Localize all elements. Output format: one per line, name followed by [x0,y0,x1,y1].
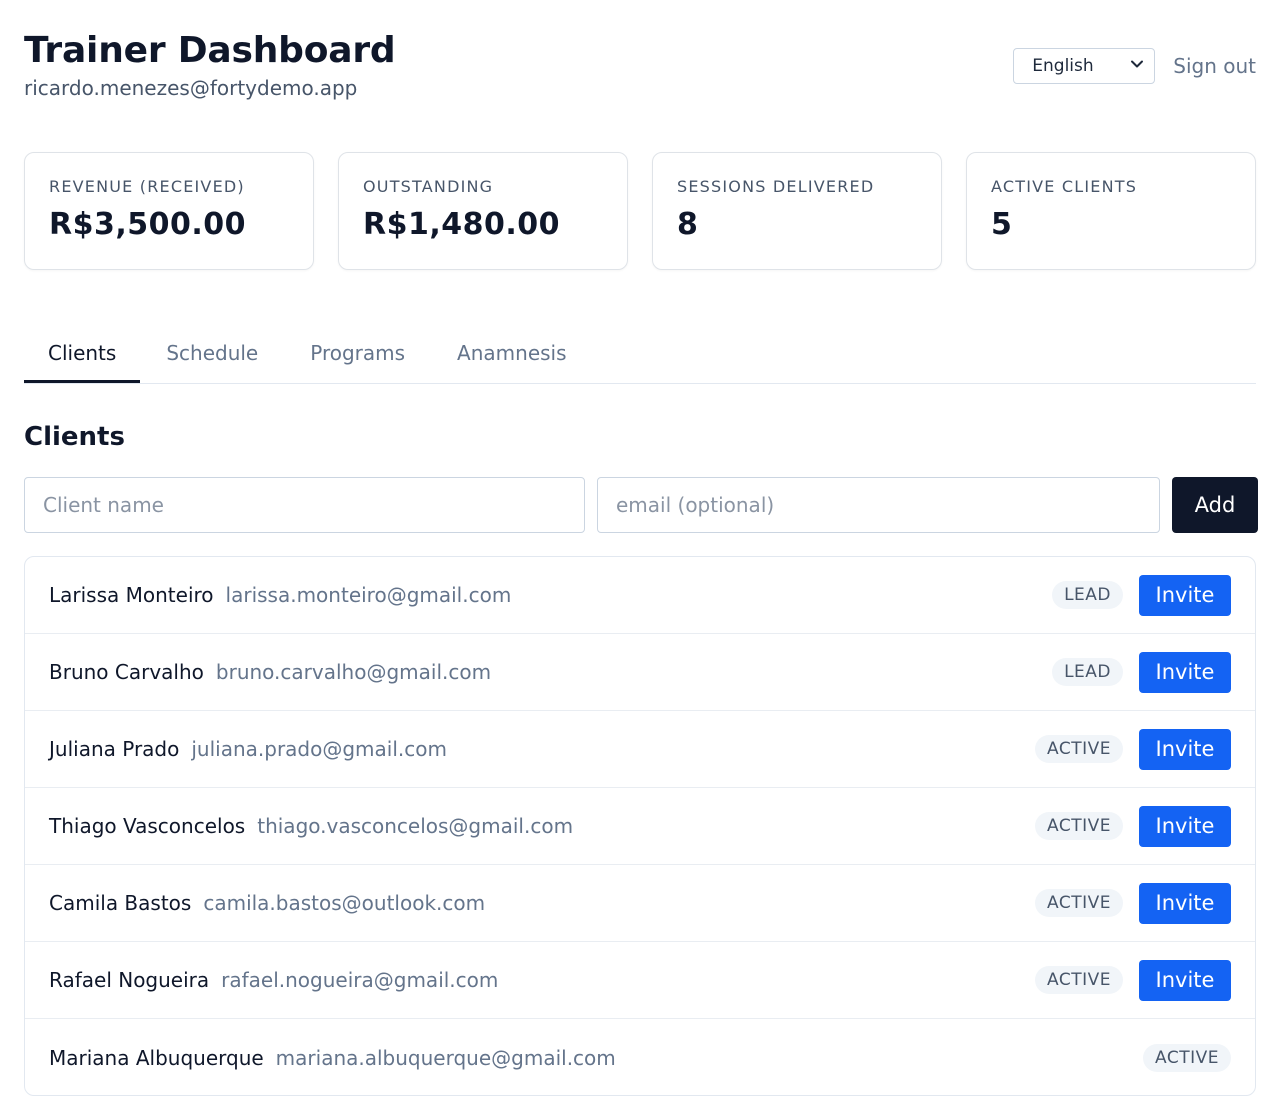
status-badge: ACTIVE [1035,812,1123,840]
list-item: Juliana Prado juliana.prado@gmail.com AC… [25,711,1255,788]
language-select-value: English [1032,56,1094,76]
stat-card-revenue: REVENUE (RECEIVED) R$3,500.00 [24,152,314,270]
list-item: Camila Bastos camila.bastos@outlook.com … [25,865,1255,942]
client-name: Juliana Prado [49,737,180,761]
tab-clients[interactable]: Clients [24,326,141,383]
stat-label: REVENUE (RECEIVED) [49,177,245,196]
invite-button[interactable]: Invite [1139,882,1231,924]
chevron-down-icon [1130,56,1144,76]
stat-label: OUTSTANDING [363,177,494,196]
client-name: Bruno Carvalho [49,660,204,684]
status-badge: LEAD [1052,658,1123,686]
tab-bar: Clients Schedule Programs Anamnesis [24,326,1256,384]
add-client-button[interactable]: Add [1172,477,1258,533]
invite-button[interactable]: Invite [1139,574,1231,616]
tab-programs[interactable]: Programs [284,326,431,381]
status-badge: ACTIVE [1035,966,1123,994]
client-email: juliana.prado@gmail.com [191,737,447,761]
invite-button[interactable]: Invite [1139,959,1231,1001]
page-title: Trainer Dashboard [24,30,396,71]
section-title: Clients [24,422,125,452]
client-name: Mariana Albuquerque [49,1045,264,1070]
client-name: Larissa Monteiro [49,583,214,607]
stat-value: 8 [677,207,699,242]
client-name: Thiago Vasconcelos [49,814,246,838]
client-email: bruno.carvalho@gmail.com [215,660,492,684]
clients-list: Larissa Monteiro larissa.monteiro@gmail.… [24,556,1256,1096]
invite-button[interactable]: Invite [1139,728,1231,770]
client-email: camila.bastos@outlook.com [203,891,486,915]
stat-value: R$1,480.00 [363,207,561,242]
client-email-input[interactable] [597,477,1160,533]
tab-anamnesis[interactable]: Anamnesis [431,326,592,381]
status-badge: ACTIVE [1035,889,1123,917]
client-email: rafael.nogueira@gmail.com [221,968,499,992]
stat-value: R$3,500.00 [49,207,247,242]
list-item: Mariana Albuquerque mariana.albuquerque@… [25,1019,1255,1095]
invite-button[interactable]: Invite [1139,805,1231,847]
tab-schedule[interactable]: Schedule [140,326,284,381]
status-badge: ACTIVE [1143,1043,1231,1072]
stat-card-outstanding: OUTSTANDING R$1,480.00 [338,152,628,270]
user-email: ricardo.menezes@fortydemo.app [24,76,358,100]
stat-value: 5 [991,207,1013,242]
client-email: thiago.vasconcelos@gmail.com [257,814,574,838]
stat-card-sessions: SESSIONS DELIVERED 8 [652,152,942,270]
sign-out-link[interactable]: Sign out [1173,54,1256,78]
stat-label: SESSIONS DELIVERED [677,177,875,196]
client-email: larissa.monteiro@gmail.com [225,583,512,607]
client-name-input[interactable] [24,477,585,533]
list-item: Larissa Monteiro larissa.monteiro@gmail.… [25,557,1255,634]
status-badge: ACTIVE [1035,735,1123,763]
add-client-form: Add [24,477,1258,533]
page-header: Trainer Dashboard ricardo.menezes@fortyd… [24,28,396,100]
list-item: Bruno Carvalho bruno.carvalho@gmail.com … [25,634,1255,711]
client-name: Rafael Nogueira [49,968,210,992]
stat-label: ACTIVE CLIENTS [991,177,1138,196]
header-actions: English Sign out [1013,48,1256,84]
invite-button[interactable]: Invite [1139,651,1231,693]
client-name: Camila Bastos [49,891,192,915]
stats-cards: REVENUE (RECEIVED) R$3,500.00 OUTSTANDIN… [24,152,1256,270]
stat-card-active-clients: ACTIVE CLIENTS 5 [966,152,1256,270]
language-select[interactable]: English [1013,48,1156,84]
client-email: mariana.albuquerque@gmail.com [275,1045,616,1070]
list-item: Thiago Vasconcelos thiago.vasconcelos@gm… [25,788,1255,865]
list-item: Rafael Nogueira rafael.nogueira@gmail.co… [25,942,1255,1019]
status-badge: LEAD [1052,581,1123,609]
